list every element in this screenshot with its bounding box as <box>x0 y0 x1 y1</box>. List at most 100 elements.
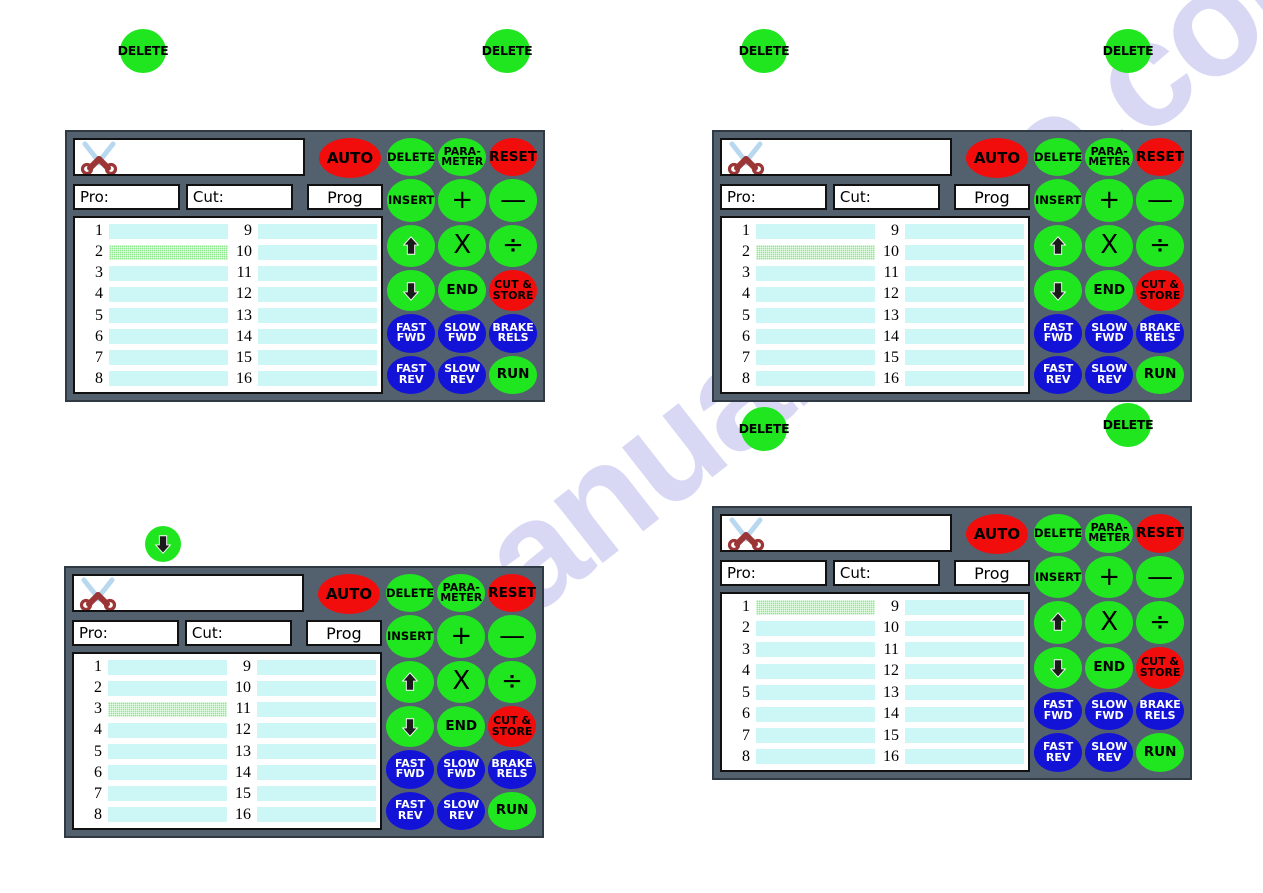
list-row[interactable]: 5 <box>726 306 875 326</box>
list-row[interactable]: 9 <box>875 221 1024 241</box>
fast-fwd-key[interactable]: FAST FWD <box>386 750 435 789</box>
list-row[interactable]: 6 <box>78 763 227 783</box>
list-row[interactable]: 1 <box>79 221 228 241</box>
list-row[interactable]: 1 <box>726 221 875 241</box>
row-value-cell[interactable] <box>905 599 1024 615</box>
row-value-cell[interactable] <box>257 680 376 696</box>
parameter-key[interactable]: PARA- METER <box>438 138 487 177</box>
row-value-cell[interactable] <box>905 663 1024 679</box>
row-value-cell[interactable] <box>905 371 1024 387</box>
callout-delete-5[interactable]: DELETE <box>739 407 790 451</box>
run-key[interactable]: RUN <box>1136 355 1184 394</box>
prog-button[interactable]: Prog <box>953 184 1031 210</box>
end-key[interactable]: END <box>1085 646 1134 689</box>
row-value-cell[interactable] <box>756 350 875 366</box>
cut-field[interactable]: Cut: <box>832 560 940 586</box>
list-row[interactable]: 5 <box>79 306 228 326</box>
auto-button[interactable]: AUTO <box>318 574 380 614</box>
callout-delete-4[interactable]: DELETE <box>1103 29 1154 73</box>
row-value-cell[interactable] <box>108 659 227 675</box>
cut-store-key[interactable]: CUT & STORE <box>488 705 536 748</box>
row-value-cell[interactable] <box>109 223 228 239</box>
pro-field[interactable]: Pro: <box>720 560 827 586</box>
parameter-key[interactable]: PARA- METER <box>437 574 486 613</box>
row-value-cell[interactable] <box>109 350 228 366</box>
row-value-cell[interactable] <box>108 765 227 781</box>
list-row[interactable]: 5 <box>78 742 227 762</box>
fast-rev-key[interactable]: FAST REV <box>386 791 435 830</box>
program-title-bar[interactable] <box>720 138 952 176</box>
callout-delete-1[interactable]: DELETE <box>118 29 169 73</box>
fast-rev-key[interactable]: FAST REV <box>387 355 436 394</box>
list-row[interactable]: 8 <box>78 805 227 825</box>
arrow-down-key[interactable] <box>386 705 435 748</box>
row-value-cell[interactable] <box>905 350 1024 366</box>
row-value-cell[interactable] <box>756 371 875 387</box>
row-value-cell[interactable] <box>258 329 377 345</box>
insert-key[interactable]: INSERT <box>1034 555 1083 599</box>
row-value-cell[interactable] <box>109 286 228 302</box>
arrow-up-key[interactable] <box>1034 224 1083 267</box>
row-value-cell[interactable] <box>257 701 376 717</box>
list-row[interactable]: 2 <box>726 242 875 262</box>
delete-key[interactable]: DELETE <box>386 574 435 613</box>
list-row[interactable]: 11 <box>228 263 377 283</box>
row-value-cell[interactable] <box>905 223 1024 239</box>
list-row[interactable]: 9 <box>875 597 1024 617</box>
row-value-cell[interactable] <box>258 286 377 302</box>
list-row[interactable]: 4 <box>78 720 227 740</box>
slow-rev-key[interactable]: SLOW REV <box>1085 355 1134 394</box>
slow-rev-key[interactable]: SLOW REV <box>438 355 487 394</box>
row-value-cell[interactable] <box>905 244 1024 260</box>
pro-field[interactable]: Pro: <box>73 184 180 210</box>
list-row[interactable]: 9 <box>228 221 377 241</box>
parameter-key[interactable]: PARA- METER <box>1085 514 1134 553</box>
row-value-cell[interactable] <box>258 265 377 281</box>
plus-key[interactable]: + <box>438 179 487 222</box>
row-value-cell[interactable] <box>905 749 1024 765</box>
prog-button[interactable]: Prog <box>953 560 1031 586</box>
list-row[interactable]: 13 <box>875 306 1024 326</box>
list-row[interactable]: 8 <box>726 747 875 767</box>
row-value-cell[interactable] <box>756 620 875 636</box>
row-value-cell[interactable] <box>756 308 875 324</box>
list-row[interactable]: 10 <box>875 242 1024 262</box>
insert-key[interactable]: INSERT <box>387 179 436 222</box>
row-value-cell[interactable] <box>108 680 227 696</box>
row-value-cell[interactable] <box>905 685 1024 701</box>
list-row[interactable]: 4 <box>726 661 875 681</box>
slow-rev-key[interactable]: SLOW REV <box>437 791 486 830</box>
list-row[interactable]: 8 <box>79 369 228 389</box>
callout-delete-3[interactable]: DELETE <box>739 29 790 73</box>
row-value-cell[interactable] <box>257 807 376 823</box>
multiply-key[interactable]: X <box>1085 224 1134 267</box>
list-row[interactable]: 14 <box>875 327 1024 347</box>
row-value-cell[interactable] <box>756 286 875 302</box>
run-key[interactable]: RUN <box>1136 733 1184 772</box>
row-value-cell[interactable] <box>756 329 875 345</box>
minus-key[interactable]: — <box>488 615 536 658</box>
row-value-cell[interactable] <box>258 244 377 260</box>
callout-delete-2[interactable]: DELETE <box>482 29 533 73</box>
list-row[interactable]: 12 <box>227 720 376 740</box>
list-row[interactable]: 16 <box>227 805 376 825</box>
row-value-cell[interactable] <box>756 728 875 744</box>
list-row[interactable]: 12 <box>875 661 1024 681</box>
delete-key[interactable]: DELETE <box>1034 138 1083 177</box>
row-value-cell[interactable] <box>109 329 228 345</box>
plus-key[interactable]: + <box>1085 555 1134 599</box>
row-value-cell[interactable] <box>109 244 228 260</box>
parameter-key[interactable]: PARA- METER <box>1085 138 1134 177</box>
row-value-cell[interactable] <box>258 308 377 324</box>
prog-button[interactable]: Prog <box>305 620 383 646</box>
row-value-cell[interactable] <box>756 749 875 765</box>
row-value-cell[interactable] <box>756 663 875 679</box>
delete-key[interactable]: DELETE <box>387 138 436 177</box>
list-row[interactable]: 10 <box>228 242 377 262</box>
pro-field[interactable]: Pro: <box>72 620 179 646</box>
minus-key[interactable]: — <box>489 179 537 222</box>
row-value-cell[interactable] <box>756 706 875 722</box>
row-value-cell[interactable] <box>258 371 377 387</box>
cut-store-key[interactable]: CUT & STORE <box>1136 646 1184 689</box>
arrow-down-key[interactable] <box>387 269 436 312</box>
